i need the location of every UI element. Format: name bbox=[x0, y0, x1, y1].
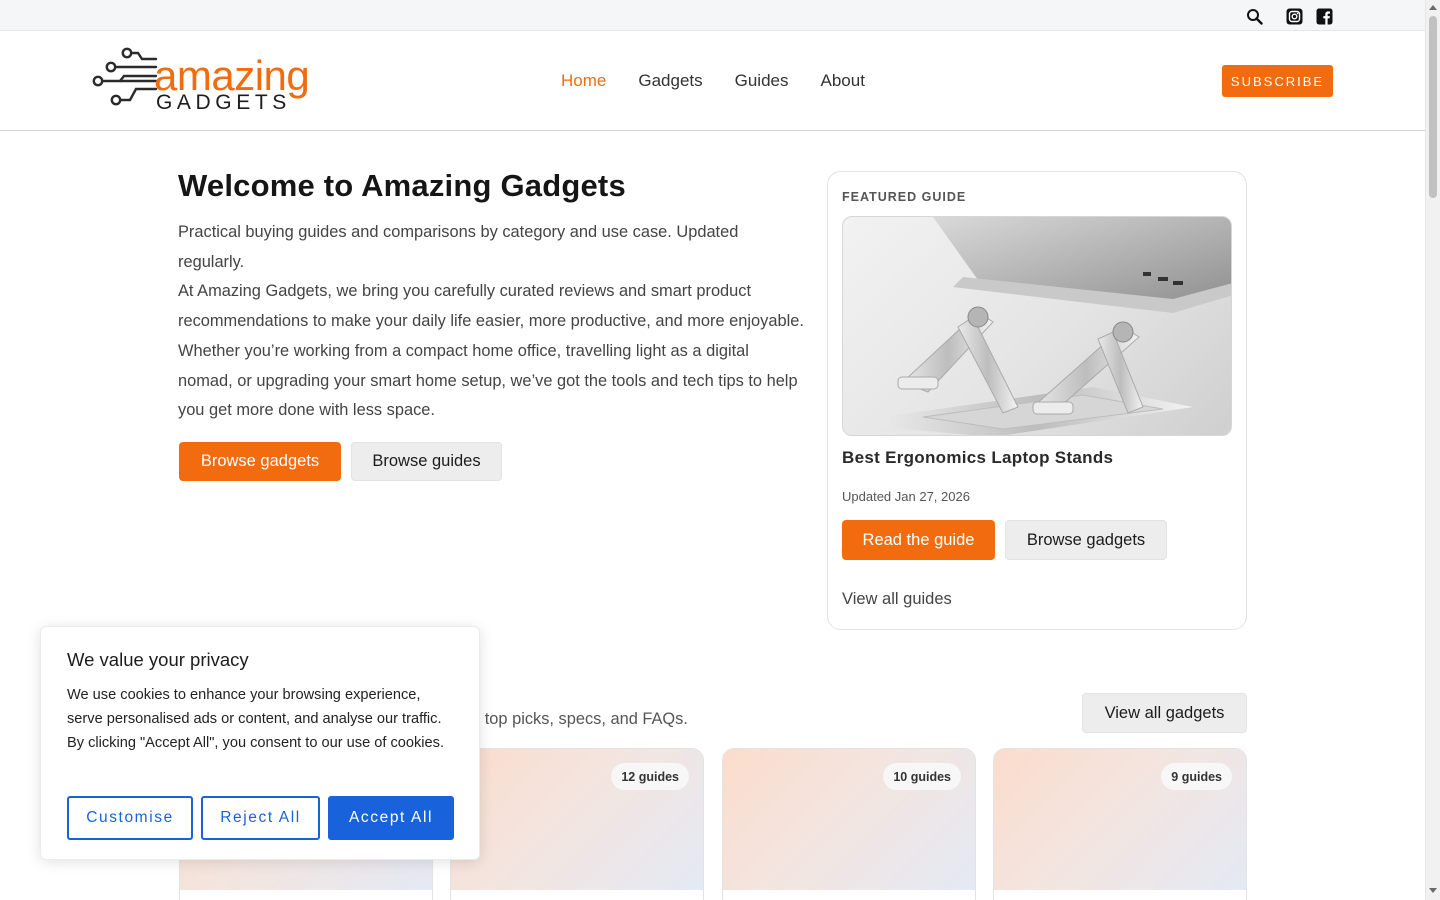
browse-gadgets-button[interactable]: Browse gadgets bbox=[179, 442, 341, 481]
subscribe-button[interactable]: SUBSCRIBE bbox=[1222, 65, 1333, 97]
featured-guide-card: FEATURED GUIDE Best Ergonomics Laptop St… bbox=[827, 171, 1247, 630]
scroll-up-arrow-icon[interactable] bbox=[1429, 5, 1437, 10]
category-card[interactable]: 9 guides bbox=[993, 748, 1247, 900]
guide-count-badge: 10 guides bbox=[883, 763, 961, 790]
category-card[interactable]: 10 guides bbox=[722, 748, 976, 900]
logo-word-gadgets: GADGETS bbox=[156, 91, 291, 114]
page-scrollbar[interactable] bbox=[1425, 0, 1440, 900]
guide-count-badge: 12 guides bbox=[611, 763, 689, 790]
hero-tagline: Practical buying guides and comparisons … bbox=[178, 223, 739, 271]
customise-button[interactable]: Customise bbox=[67, 796, 193, 840]
featured-updated-date: Updated Jan 27, 2026 bbox=[842, 489, 970, 504]
browse-guides-button[interactable]: Browse guides bbox=[351, 442, 502, 481]
cookie-title: We value your privacy bbox=[67, 649, 249, 670]
nav-item-about[interactable]: About bbox=[821, 71, 865, 91]
circuit-logo-icon bbox=[92, 47, 158, 106]
featured-label: FEATURED GUIDE bbox=[842, 190, 967, 204]
nav-item-gadgets[interactable]: Gadgets bbox=[638, 71, 702, 91]
categories-subtitle: s top picks, specs, and FAQs. bbox=[472, 710, 688, 728]
instagram-icon[interactable] bbox=[1285, 7, 1303, 25]
accept-all-button[interactable]: Accept All bbox=[328, 796, 454, 840]
featured-browse-gadgets-button[interactable]: Browse gadgets bbox=[1005, 520, 1167, 560]
featured-guide-title[interactable]: Best Ergonomics Laptop Stands bbox=[842, 448, 1113, 468]
site-header: amazing GADGETS Home Gadgets Guides Abou… bbox=[0, 31, 1425, 131]
category-card[interactable]: 12 guides bbox=[450, 748, 704, 900]
scrollbar-thumb[interactable] bbox=[1429, 16, 1437, 198]
guide-count-badge: 9 guides bbox=[1161, 763, 1232, 790]
hero-description: At Amazing Gadgets, we bring you careful… bbox=[178, 282, 804, 420]
search-icon[interactable] bbox=[1245, 7, 1263, 25]
main-nav: Home Gadgets Guides About bbox=[561, 71, 865, 91]
scroll-down-arrow-icon[interactable] bbox=[1429, 888, 1437, 893]
hero-intro: Practical buying guides and comparisons … bbox=[178, 218, 806, 426]
page-title: Welcome to Amazing Gadgets bbox=[178, 168, 626, 203]
nav-item-home[interactable]: Home bbox=[561, 71, 606, 91]
site-logo[interactable]: amazing GADGETS bbox=[90, 45, 320, 117]
view-all-gadgets-button[interactable]: View all gadgets bbox=[1082, 693, 1247, 733]
cookie-consent-banner: We value your privacy We use cookies to … bbox=[40, 626, 480, 860]
cookie-description: We use cookies to enhance your browsing … bbox=[67, 687, 445, 751]
read-guide-button[interactable]: Read the guide bbox=[842, 520, 995, 560]
facebook-icon[interactable] bbox=[1315, 7, 1333, 25]
nav-item-guides[interactable]: Guides bbox=[735, 71, 789, 91]
laptop-stand-image[interactable] bbox=[842, 216, 1232, 436]
view-all-guides-link[interactable]: View all guides bbox=[842, 590, 952, 609]
top-utility-bar bbox=[0, 0, 1425, 31]
reject-all-button[interactable]: Reject All bbox=[201, 796, 320, 840]
